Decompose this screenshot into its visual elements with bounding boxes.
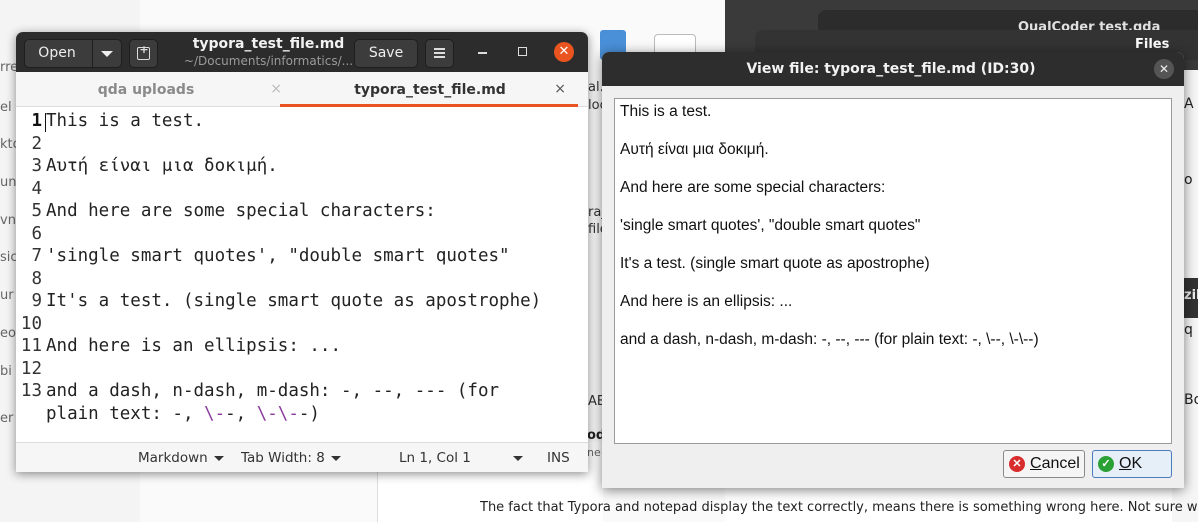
status-bar: Markdown Tab Width: 8 Ln 1, Col 1 INS: [16, 442, 588, 472]
ok-button[interactable]: ✓ OK: [1092, 450, 1172, 478]
escape-sequence: \-\-: [256, 403, 299, 424]
open-button[interactable]: Open: [24, 39, 122, 68]
save-button[interactable]: Save: [354, 39, 418, 68]
text-segment: -): [298, 403, 320, 424]
tab-bar: qda uploads × typora_test_file.md ×: [16, 72, 588, 107]
file-paragraph: And here is an ellipsis: ...: [620, 293, 793, 310]
close-icon[interactable]: ✕: [554, 42, 574, 62]
file-paragraph: This is a test.: [620, 103, 712, 120]
text-segment: -,: [225, 403, 257, 424]
tab-typora-test-file[interactable]: typora_test_file.md ×: [280, 72, 588, 107]
language-selector[interactable]: Markdown: [138, 450, 224, 466]
maximize-icon[interactable]: [514, 43, 532, 61]
bg-fragment: ur: [0, 288, 14, 303]
line-text: 'single smart quotes', "double smart quo…: [46, 246, 510, 266]
line-number: 5: [31, 201, 42, 221]
hamburger-menu-button[interactable]: [425, 39, 454, 68]
bg-fragment: un: [0, 175, 17, 190]
bg-fragment: o: [1184, 172, 1193, 188]
chevron-down-icon: [330, 455, 341, 461]
open-button-separator: [92, 40, 93, 67]
position-dropdown[interactable]: [507, 450, 523, 466]
bg-fragment: el: [0, 100, 12, 115]
tab-width-label: Tab Width: 8: [241, 450, 325, 466]
ok-button-label: OK: [1119, 455, 1142, 473]
bg-fragment: eo: [0, 326, 16, 341]
line-number: 4: [31, 178, 42, 199]
insert-mode: INS: [547, 450, 570, 466]
new-tab-button[interactable]: +: [129, 39, 158, 68]
dialog-header-bar: View file: typora_test_file.md (ID:30) ✕: [602, 52, 1184, 86]
bg-fragment: er: [0, 411, 14, 426]
tab-qda-uploads[interactable]: qda uploads ×: [16, 72, 302, 106]
gedit-header-bar: Open + typora_test_file.md ~/Documents/i…: [16, 32, 588, 72]
language-label: Markdown: [138, 450, 208, 466]
line-number: 2: [31, 133, 42, 154]
open-button-label: Open: [38, 45, 76, 61]
bg-fragment: A: [1184, 96, 1194, 112]
minimize-icon[interactable]: [474, 43, 492, 61]
file-paragraph: 'single smart quotes', "double smart quo…: [620, 217, 921, 234]
line-text: And here are some special characters:: [46, 201, 436, 221]
mnemonic-letter: O: [1119, 455, 1132, 472]
text-editor-area[interactable]: 1 This is a test. 2 3 Αυτή είναι μια δοκιμ…: [16, 107, 588, 441]
line-text-continuation: plain text: -, \--, \-\--): [46, 404, 320, 424]
file-paragraph: Αυτή είναι μια δοκιμή.: [620, 141, 769, 158]
file-paragraph: And here are some special characters:: [620, 179, 886, 196]
bg-fragment: q: [1184, 322, 1193, 338]
view-file-dialog: View file: typora_test_file.md (ID:30) ✕…: [602, 52, 1184, 488]
mnemonic-letter: C: [1030, 455, 1042, 472]
line-text: It's a test. (single smart quote as apos…: [46, 291, 542, 311]
tab-label: typora_test_file.md: [354, 82, 506, 98]
plus-icon: +: [139, 43, 149, 56]
text-segment: plain text: -,: [46, 403, 205, 424]
line-number: 7: [31, 246, 42, 266]
line-text: This is a test.: [46, 111, 205, 131]
line-number: 11: [20, 336, 42, 356]
cursor-position[interactable]: Ln 1, Col 1: [399, 450, 471, 466]
line-text: Αυτή είναι μια δοκιμή.: [46, 156, 278, 176]
cursor-position-label: Ln 1, Col 1: [399, 450, 471, 466]
line-number: 3: [31, 156, 42, 176]
bg-fragment: Bo: [1184, 392, 1198, 408]
window-subtitle-path: ~/Documents/informatics/...: [183, 54, 354, 68]
dialog-title: View file: typora_test_file.md (ID:30): [746, 61, 1036, 77]
check-icon: ✓: [1098, 456, 1114, 472]
window-title: typora_test_file.md: [192, 36, 345, 52]
line-number: 13: [20, 381, 42, 401]
label-rest: ancel: [1041, 455, 1080, 472]
tab-width-selector[interactable]: Tab Width: 8: [241, 450, 341, 466]
escape-sequence: \-: [204, 403, 226, 424]
file-paragraph: It's a test. (single smart quote as apos…: [620, 255, 930, 272]
close-icon[interactable]: ✕: [1154, 59, 1174, 79]
cancel-button[interactable]: ✕ Cancel: [1003, 450, 1085, 478]
line-number: 9: [31, 291, 42, 311]
line-text: And here is an ellipsis: ...: [46, 336, 342, 356]
line-text: and a dash, n-dash, m-dash: -, --, --- (…: [46, 381, 500, 401]
chevron-down-icon[interactable]: [101, 51, 113, 57]
bg-fragment: zil: [1184, 288, 1198, 303]
cancel-icon: ✕: [1009, 456, 1025, 472]
bg-window-title: Files: [1135, 37, 1170, 52]
file-text-view[interactable]: This is a test. Αυτή είναι μια δοκιμή. A…: [614, 98, 1172, 444]
chevron-down-icon: [513, 455, 523, 461]
bg-fragment: sic: [0, 250, 18, 265]
tab-label: qda uploads: [97, 82, 195, 98]
file-paragraph: and a dash, n-dash, m-dash: -, --, --- (…: [620, 331, 1039, 348]
label-rest: K: [1131, 455, 1143, 472]
cancel-button-label: Cancel: [1030, 455, 1080, 473]
close-tab-icon[interactable]: ×: [554, 81, 566, 97]
line-number: 10: [20, 313, 42, 334]
gedit-window: Open + typora_test_file.md ~/Documents/i…: [16, 32, 588, 472]
line-number: 12: [20, 358, 42, 379]
chevron-down-icon: [213, 455, 224, 461]
bg-fragment: bi: [0, 364, 12, 379]
line-number: 8: [31, 268, 42, 289]
bg-fragment: ne: [587, 446, 601, 459]
line-number: 1: [31, 111, 42, 131]
background-forum-text: The fact that Typora and notepad display…: [480, 500, 1198, 515]
line-number: 6: [31, 223, 42, 244]
